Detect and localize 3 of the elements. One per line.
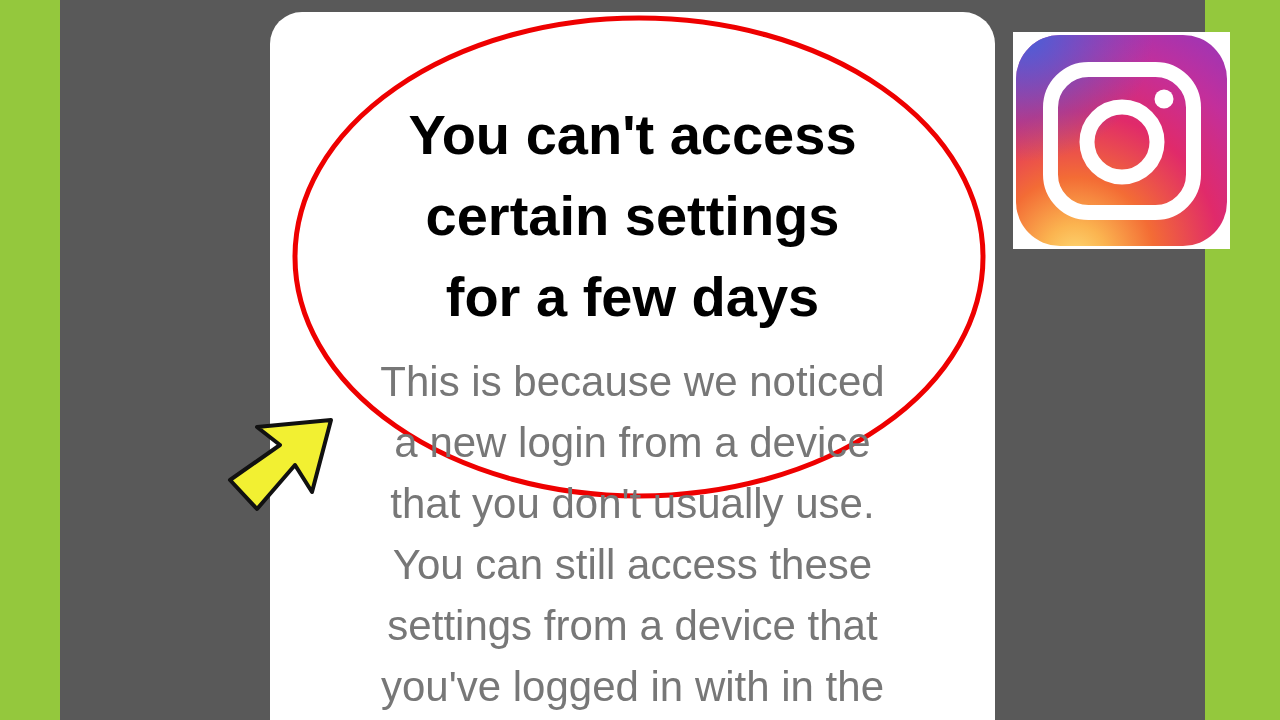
- dialog-title: You can't access certain settings for a few days: [407, 102, 858, 330]
- arrow-icon: [226, 416, 336, 514]
- camera-logo-icon: [1013, 32, 1230, 249]
